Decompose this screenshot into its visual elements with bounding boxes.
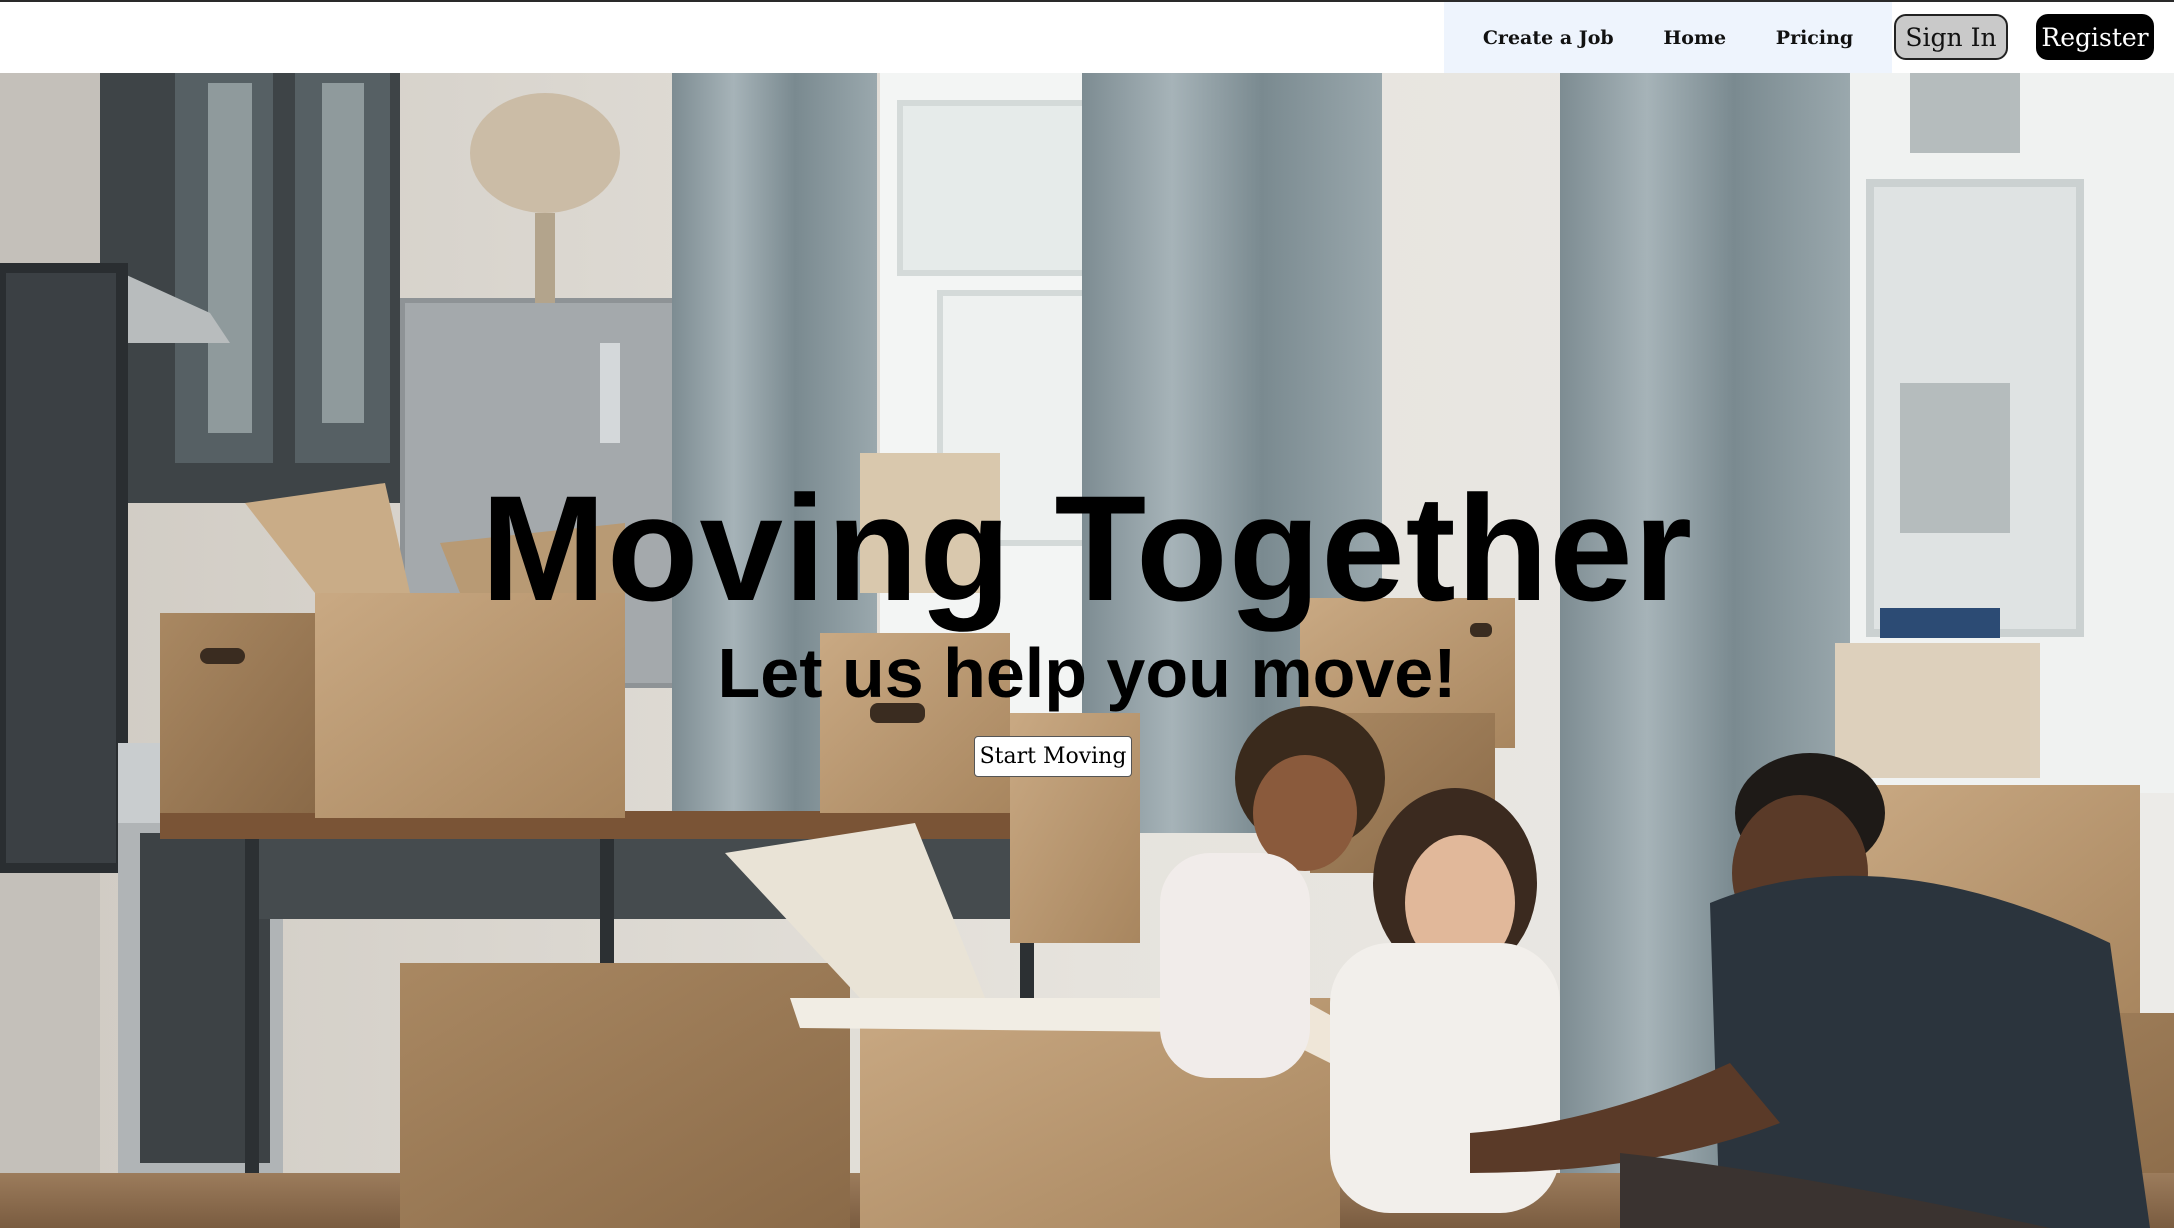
sign-in-button[interactable]: Sign In <box>1894 14 2008 60</box>
nav-link-home[interactable]: Home <box>1663 27 1726 49</box>
hero-section: Moving Together Let us help you move! St… <box>0 73 2174 1228</box>
hero-subtitle: Let us help you move! <box>717 634 1457 712</box>
top-navbar: Create a Job Home Pricing Sign In Regist… <box>0 0 2174 73</box>
start-moving-button[interactable]: Start Moving <box>974 736 1132 777</box>
nav-link-create-job[interactable]: Create a Job <box>1483 27 1614 49</box>
page: Create a Job Home Pricing Sign In Regist… <box>0 0 2174 1228</box>
nav-link-pricing[interactable]: Pricing <box>1776 27 1853 49</box>
hero-title: Moving Together <box>480 464 1694 632</box>
nav-links-group: Create a Job Home Pricing <box>1444 2 1892 73</box>
register-button[interactable]: Register <box>2036 14 2154 60</box>
